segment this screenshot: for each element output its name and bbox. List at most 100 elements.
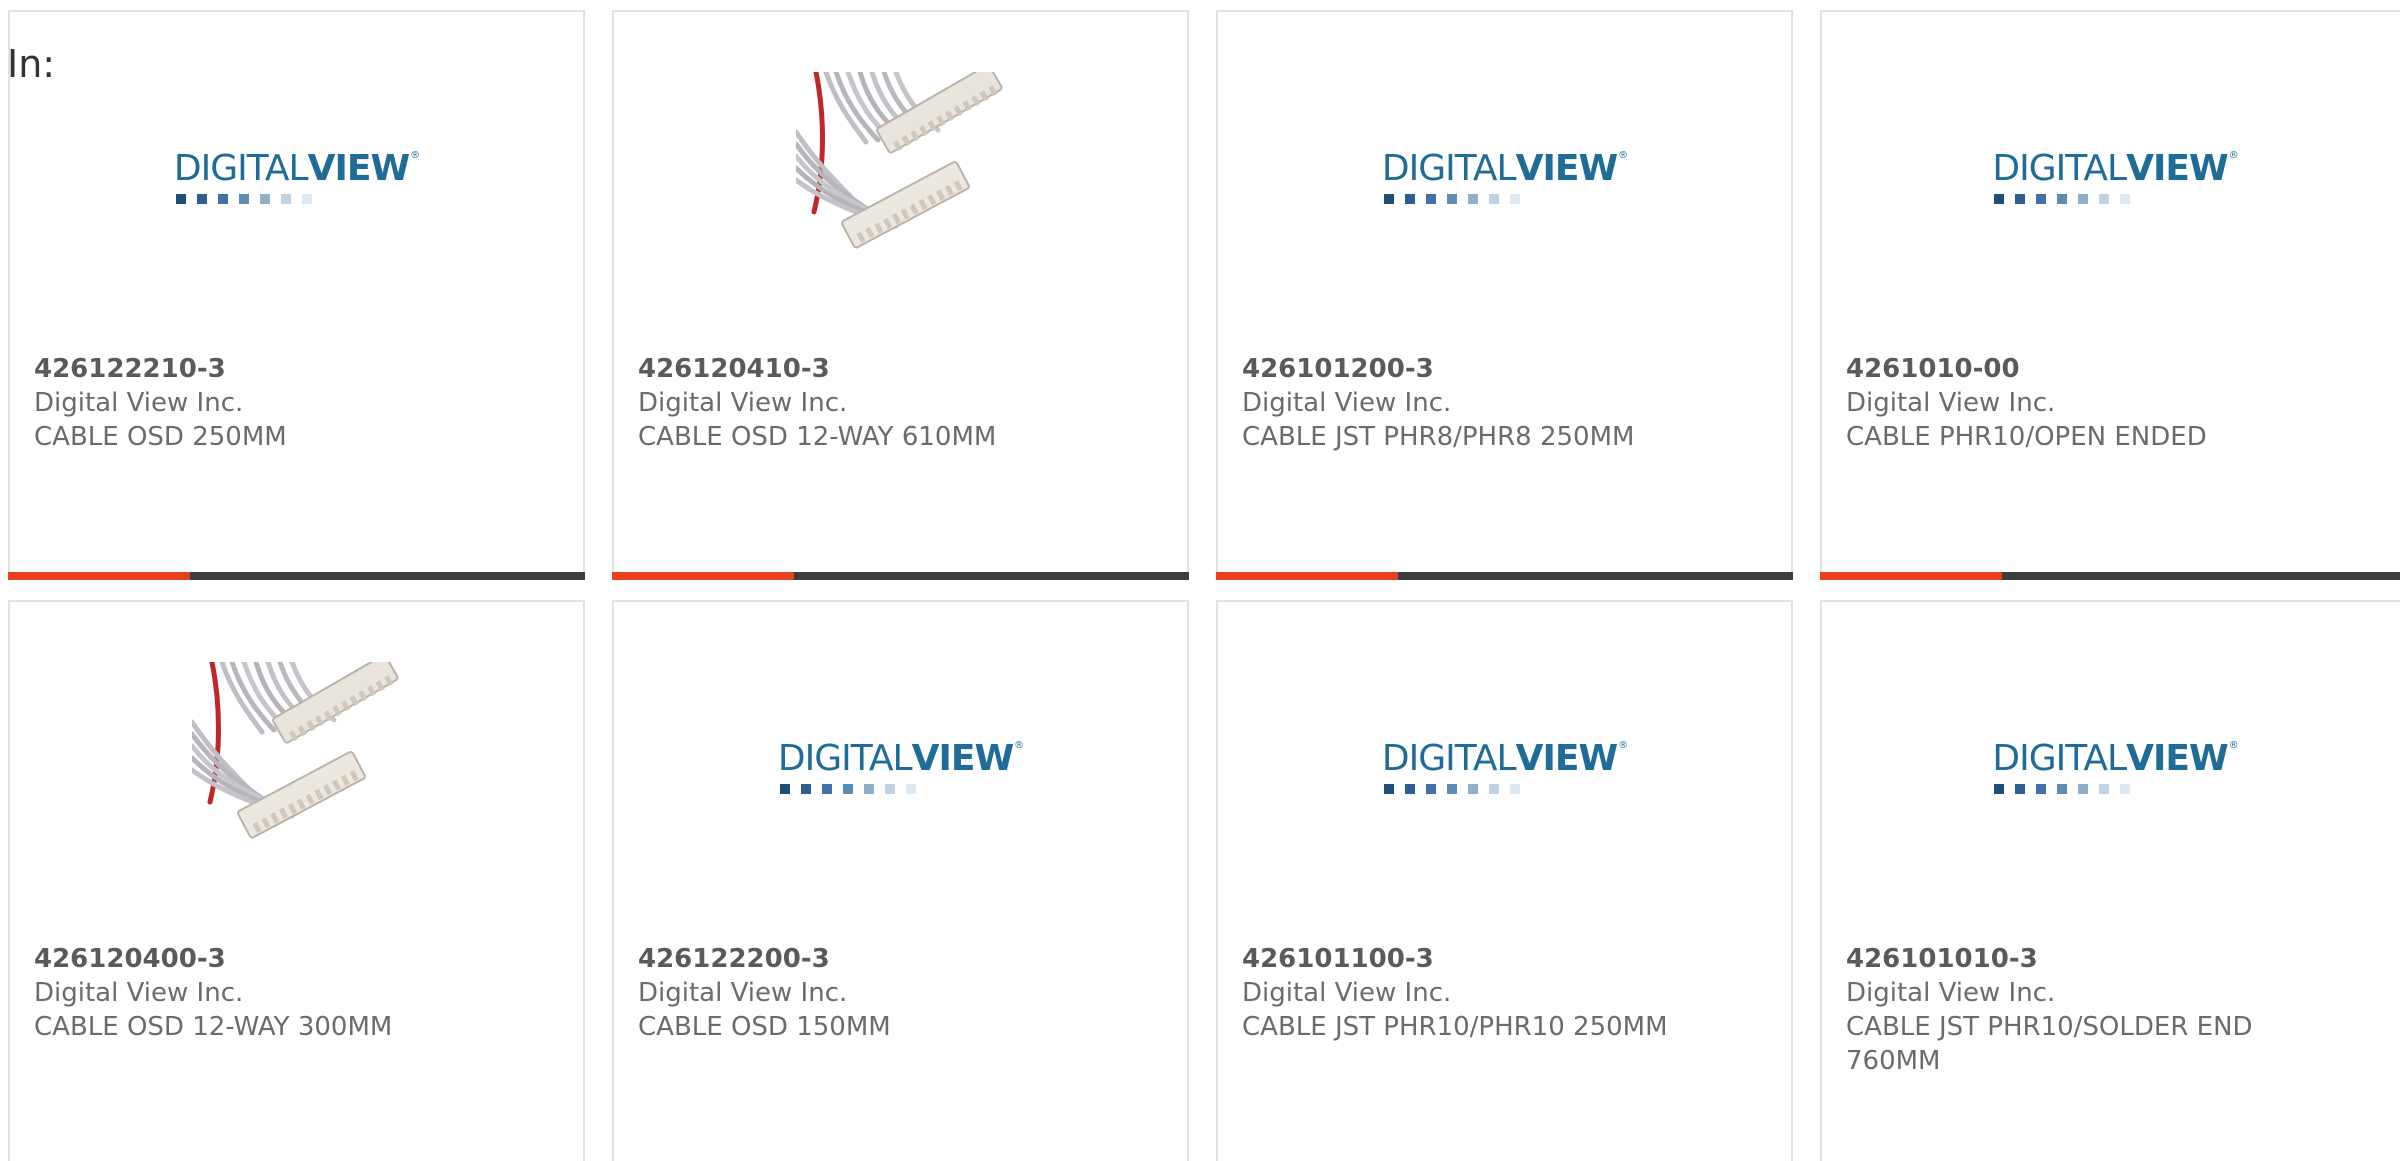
product-card[interactable]: DIGITALVIEW® 426101200-3 Digital View Inc…	[1216, 10, 1793, 580]
product-info: 426120400-3 Digital View Inc. CABLE OSD 12…	[34, 942, 559, 1044]
logo-square	[1467, 193, 1478, 204]
logo-square	[175, 193, 186, 204]
digitalview-logo: DIGITALVIEW®	[1382, 740, 1628, 794]
logo-square	[1446, 193, 1457, 204]
logo-square	[1994, 783, 2005, 794]
product-info: 426101100-3 Digital View Inc. CABLE JST PH…	[1242, 942, 1767, 1044]
logo-square	[259, 193, 270, 204]
cable-photo	[795, 72, 1002, 249]
logo-square	[2036, 193, 2047, 204]
part-number-link[interactable]: 4261010-00	[1846, 352, 2384, 386]
logo-square	[2099, 193, 2110, 204]
product-card[interactable]: DIGITALVIEW® 426101100-3 Digital View Inc…	[1216, 600, 1793, 1161]
part-number-link[interactable]: 426120400-3	[34, 942, 559, 976]
manufacturer-name: Digital View Inc.	[34, 388, 244, 418]
logo-square	[1404, 193, 1415, 204]
part-number-link[interactable]: 426101100-3	[1242, 942, 1767, 976]
logo-square	[1509, 783, 1520, 794]
logo-square	[905, 783, 916, 794]
manufacturer-name: Digital View Inc.	[638, 978, 848, 1008]
product-card[interactable]: 426120410-3 Digital View Inc. CABLE OSD 12…	[612, 10, 1189, 580]
logo-square	[2057, 193, 2068, 204]
product-image[interactable]: DIGITALVIEW®	[778, 662, 1024, 872]
product-image[interactable]	[191, 662, 402, 872]
manufacturer-name: Digital View Inc.	[1846, 388, 2056, 418]
logo-square	[1383, 783, 1394, 794]
logo-square	[2099, 783, 2110, 794]
card-footer-bar	[612, 572, 1189, 580]
manufacturer-name: Digital View Inc.	[638, 388, 848, 418]
bar-segment	[2002, 572, 2400, 580]
accent-bar-segment	[612, 572, 794, 580]
logo-square	[884, 783, 895, 794]
logo-square	[2078, 783, 2089, 794]
product-card[interactable]: DIGITALVIEW® 4261010-00 Digital View Inc.…	[1820, 10, 2400, 580]
logo-square	[2015, 783, 2026, 794]
digitalview-logo: DIGITALVIEW®	[778, 740, 1024, 794]
product-description: CABLE JST PHR8/PHR8 250MM	[1242, 422, 1635, 452]
product-description: CABLE JST PHR10/PHR10 250MM	[1242, 1012, 1668, 1042]
digitalview-logo: DIGITALVIEW®	[1992, 740, 2239, 794]
logo-square	[1467, 783, 1478, 794]
logo-square	[301, 193, 312, 204]
card-footer-bar	[1216, 572, 1793, 580]
logo-square	[196, 193, 207, 204]
product-image[interactable]: DIGITALVIEW®	[1992, 72, 2239, 282]
product-description: CABLE OSD 250MM	[34, 422, 287, 452]
product-description: CABLE PHR10/OPEN ENDED	[1846, 422, 2207, 452]
product-description: CABLE OSD 12-WAY 300MM	[34, 1012, 393, 1042]
product-image[interactable]	[795, 72, 1006, 282]
digitalview-logo: DIGITALVIEW®	[1992, 150, 2239, 204]
logo-square	[800, 783, 811, 794]
product-info: 426122210-3 Digital View Inc. CABLE OSD 25…	[34, 352, 559, 454]
product-description: CABLE OSD 150MM	[638, 1012, 891, 1042]
product-description: CABLE JST PHR10/SOLDER END 760MM	[1846, 1012, 2253, 1076]
manufacturer-name: Digital View Inc.	[1242, 978, 1452, 1008]
part-number-link[interactable]: 426101010-3	[1846, 942, 2384, 976]
product-card[interactable]: DIGITALVIEW® 426122210-3 Digital View Inc…	[8, 10, 585, 580]
product-image[interactable]: DIGITALVIEW®	[1382, 72, 1628, 282]
part-number-link[interactable]: 426101200-3	[1242, 352, 1767, 386]
product-image[interactable]: DIGITALVIEW®	[1382, 662, 1628, 872]
logo-square	[1425, 783, 1436, 794]
product-info: 426120410-3 Digital View Inc. CABLE OSD 12…	[638, 352, 1163, 454]
product-image[interactable]: DIGITALVIEW®	[1992, 662, 2239, 872]
logo-square	[217, 193, 228, 204]
logo-square	[1994, 193, 2005, 204]
logo-square	[842, 783, 853, 794]
bar-segment	[794, 572, 1189, 580]
logo-square	[1404, 783, 1415, 794]
product-info: 426101010-3 Digital View Inc. CABLE JST PH…	[1846, 942, 2384, 1078]
manufacturer-name: Digital View Inc.	[1846, 978, 2056, 1008]
product-description: CABLE OSD 12-WAY 610MM	[638, 422, 997, 452]
manufacturer-name: Digital View Inc.	[1242, 388, 1452, 418]
product-image[interactable]: DIGITALVIEW®	[174, 72, 420, 282]
product-info: 4261010-00 Digital View Inc. CABLE PHR10/O…	[1846, 352, 2384, 454]
logo-square	[2120, 783, 2131, 794]
logo-square	[2015, 193, 2026, 204]
logo-square	[1383, 193, 1394, 204]
logo-square	[1446, 783, 1457, 794]
logo-square	[2057, 783, 2068, 794]
filter-label: In:	[7, 42, 56, 86]
logo-square	[1425, 193, 1436, 204]
part-number-link[interactable]: 426122210-3	[34, 352, 559, 386]
logo-square	[2078, 193, 2089, 204]
logo-square	[1488, 193, 1499, 204]
product-info: 426122200-3 Digital View Inc. CABLE OSD 15…	[638, 942, 1163, 1044]
product-card[interactable]: DIGITALVIEW® 426122200-3 Digital View Inc…	[612, 600, 1189, 1161]
product-card[interactable]: DIGITALVIEW® 426101010-3 Digital View Inc…	[1820, 600, 2400, 1161]
digitalview-logo: DIGITALVIEW®	[174, 150, 420, 204]
bar-segment	[190, 572, 585, 580]
logo-square	[863, 783, 874, 794]
logo-square	[779, 783, 790, 794]
digitalview-logo: DIGITALVIEW®	[1382, 150, 1628, 204]
logo-square	[1509, 193, 1520, 204]
product-info: 426101200-3 Digital View Inc. CABLE JST PH…	[1242, 352, 1767, 454]
part-number-link[interactable]: 426120410-3	[638, 352, 1163, 386]
card-footer-bar	[8, 572, 585, 580]
card-footer-bar	[1820, 572, 2400, 580]
bar-segment	[1398, 572, 1793, 580]
part-number-link[interactable]: 426122200-3	[638, 942, 1163, 976]
product-card[interactable]: 426120400-3 Digital View Inc. CABLE OSD 12…	[8, 600, 585, 1161]
